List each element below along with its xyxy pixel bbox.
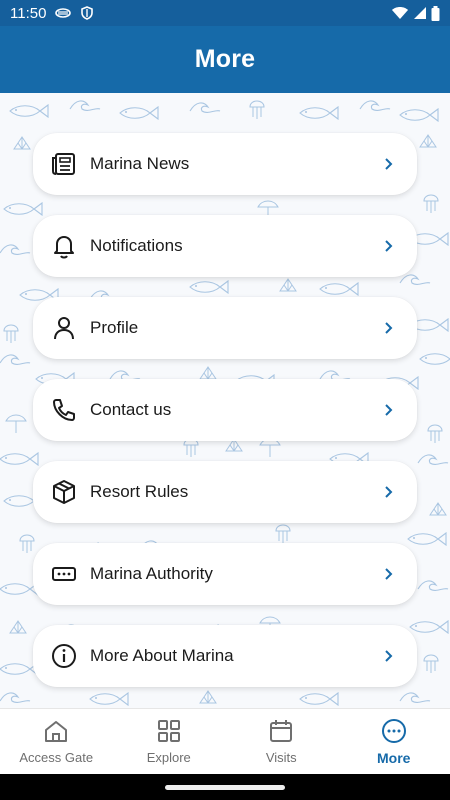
chevron-right-icon (385, 486, 393, 498)
nav-label: Visits (265, 750, 297, 765)
menu-item-marina-news[interactable]: Marina News (33, 133, 417, 195)
phone-icon (53, 399, 75, 421)
nav-access-gate[interactable]: Access Gate (0, 709, 113, 774)
grid-icon (157, 720, 180, 742)
info-icon (52, 644, 76, 668)
signal-icon (414, 7, 426, 19)
chevron-right-icon (385, 568, 393, 580)
menu-item-label: Marina News (90, 154, 190, 173)
nav-label: More (377, 749, 411, 766)
bottom-nav: Access Gate Explore Visits More (0, 708, 450, 774)
nav-label: Explore (146, 750, 191, 765)
menu-item-notifications[interactable]: Notifications (33, 215, 417, 277)
menu-item-label: Marina Authority (90, 564, 213, 583)
menu-content[interactable]: Marina News Notifications Profile Contac… (0, 93, 450, 708)
person-icon (54, 317, 74, 340)
vpn-icon (55, 8, 72, 18)
status-time: 11:50 (10, 4, 47, 22)
nav-more[interactable]: More (338, 709, 450, 774)
bell-icon (54, 236, 74, 259)
menu-item-contact-us[interactable]: Contact us (33, 379, 417, 441)
menu-item-marina-authority[interactable]: Marina Authority (33, 543, 417, 605)
menu-item-profile[interactable]: Profile (33, 297, 417, 359)
chevron-right-icon (385, 404, 393, 416)
dots-card-icon (52, 567, 76, 581)
menu-item-label: More About Marina (90, 646, 234, 665)
menu-item-resort-rules[interactable]: Resort Rules (33, 461, 417, 523)
chevron-right-icon (385, 650, 393, 662)
home-icon (45, 721, 68, 742)
menu-item-label: Resort Rules (90, 482, 189, 501)
more-icon (381, 718, 406, 743)
chevron-right-icon (385, 158, 393, 170)
nav-label: Access Gate (19, 750, 94, 765)
app-header: More (0, 26, 450, 93)
menu-item-label: Profile (90, 318, 139, 337)
battery-icon (431, 5, 440, 21)
calendar-icon (270, 720, 293, 742)
chevron-right-icon (385, 240, 393, 252)
wifi-icon (392, 7, 408, 19)
box-icon (53, 480, 75, 504)
nav-explore[interactable]: Explore (113, 709, 226, 774)
status-bar: 11:50 (0, 0, 450, 26)
shield-icon (81, 6, 94, 20)
page-title: More (194, 45, 256, 73)
nav-visits[interactable]: Visits (225, 709, 338, 774)
home-indicator[interactable] (165, 785, 285, 790)
chevron-right-icon (385, 322, 393, 334)
menu-item-label: Notifications (90, 236, 183, 255)
menu-item-more-about-marina[interactable]: More About Marina (33, 625, 417, 687)
menu-item-label: Contact us (90, 400, 172, 419)
newspaper-icon (52, 153, 75, 175)
